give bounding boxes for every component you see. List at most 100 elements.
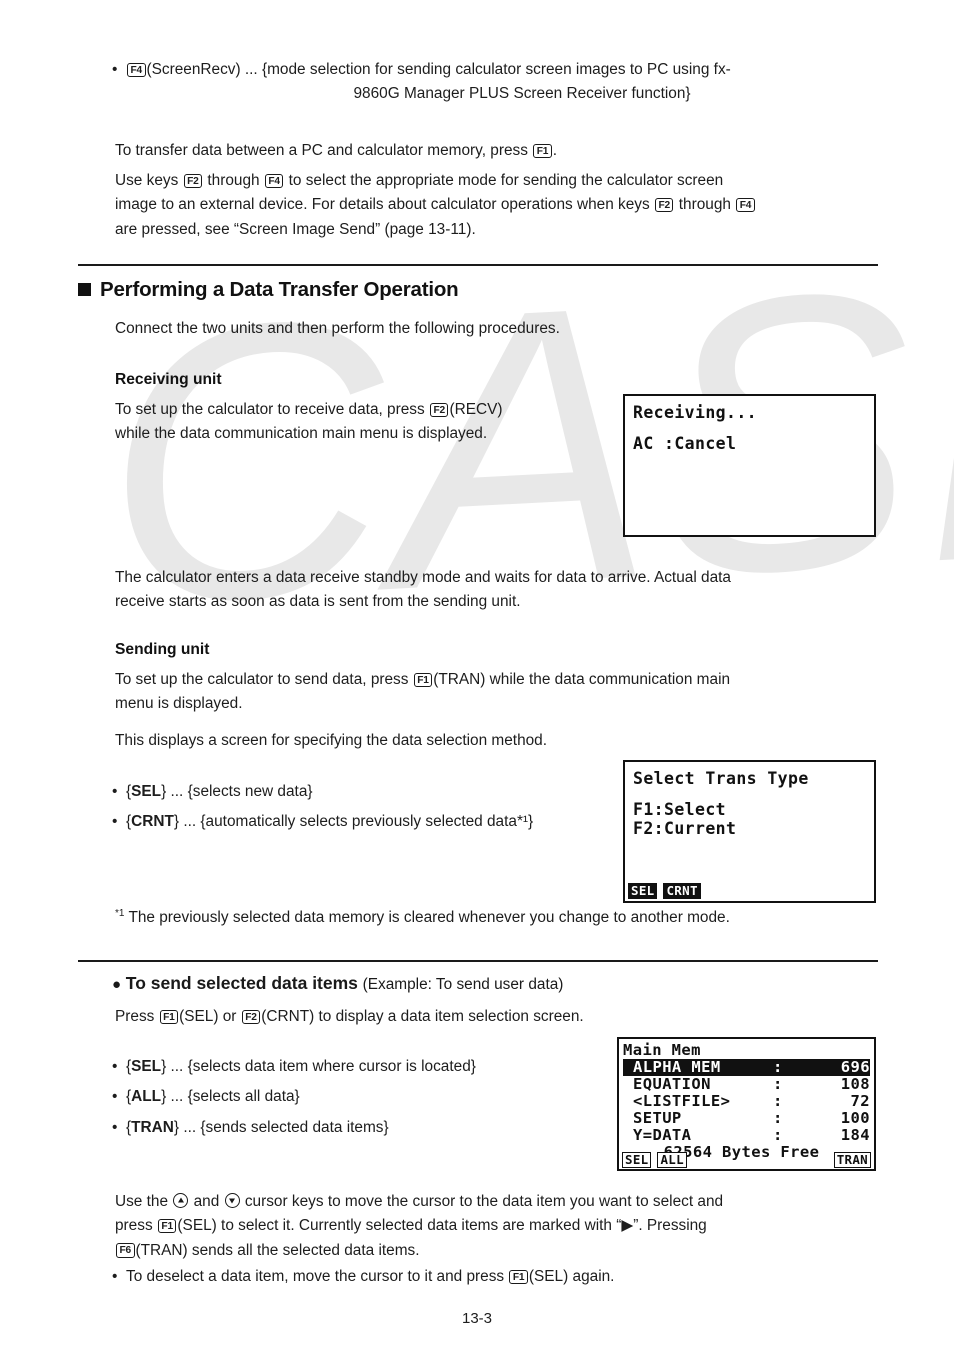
- divider-above-section: [78, 264, 878, 266]
- para-use-keys-a: Use keys: [115, 172, 179, 189]
- para-transfer-data-a: To transfer data between a PC and calcul…: [115, 142, 528, 159]
- bullet-label: SEL: [131, 1058, 162, 1075]
- bullet-label: ALL: [131, 1088, 162, 1106]
- bullet-desc: ... {selects all data}: [170, 1088, 300, 1106]
- table-row[interactable]: Y=DATA : 184: [623, 1127, 870, 1144]
- f1-key-icon: F1: [533, 143, 552, 158]
- document-page: F4(ScreenRecv) ... {mode selection for s…: [0, 0, 954, 1350]
- press-b: (SEL) or: [179, 1008, 237, 1025]
- bullet-screenrecv: F4(ScreenRecv) ... {mode selection for s…: [112, 58, 892, 107]
- bullet-label: SEL: [131, 783, 162, 800]
- fkey-soft-tran[interactable]: TRAN: [833, 1151, 871, 1168]
- page-title: Performing a Data Transfer Operation: [78, 278, 459, 302]
- subheading-sending-unit: Sending unit: [115, 641, 210, 658]
- fkey-soft-crnt[interactable]: CRNT: [663, 882, 701, 899]
- lcd-receiving-line2: AC :Cancel: [633, 434, 737, 453]
- deselect-b: (SEL) again.: [528, 1268, 615, 1285]
- closing-d: press: [115, 1217, 153, 1235]
- para-sending-setup: To set up the calculator to send data, p…: [115, 668, 897, 717]
- row-size: 100: [840, 1109, 870, 1127]
- lcd-trans-title: Select Trans Type: [633, 769, 809, 788]
- row-name: SETUP: [633, 1109, 682, 1127]
- closing-c: cursor keys to move the cursor to the da…: [244, 1193, 724, 1210]
- para-use-keys-c: to select the appropriate mode for sendi…: [288, 172, 724, 189]
- list-item: {SEL} ... {selects new data}: [112, 780, 612, 805]
- f6-key-icon: F6: [116, 1243, 135, 1258]
- closing-f: (TRAN) sends all the selected data items…: [135, 1241, 420, 1259]
- closing-e: (SEL) to select it. Currently selected d…: [177, 1217, 707, 1235]
- bullet-list-send-items: {SEL} ... {selects data item where curso…: [112, 1055, 612, 1140]
- bullet-screenrecv-line2: 9860G Manager PLUS Screen Receiver funct…: [353, 85, 691, 103]
- f1-key-icon: F1: [159, 1009, 179, 1024]
- table-row[interactable]: SETUP : 100: [623, 1110, 870, 1127]
- send-items-heading-note: (Example: To send user data): [362, 976, 564, 993]
- row-size: 696: [840, 1058, 870, 1076]
- para-cursor-keys: Use the and cursor keys to move the curs…: [115, 1190, 897, 1263]
- row-separator: :: [773, 1126, 783, 1144]
- para-standby-mode: The calculator enters a data receive sta…: [115, 566, 897, 615]
- subheading-receiving-unit: Receiving unit: [115, 371, 222, 388]
- row-size: 72: [850, 1092, 870, 1110]
- para-use-keys: Use keys F2 through F4 to select the app…: [115, 169, 897, 242]
- bullet-desc: ... {selects data item where cursor is l…: [170, 1058, 476, 1075]
- row-name: <LISTFILE>: [633, 1092, 731, 1110]
- f4-key-icon: F4: [264, 173, 284, 188]
- para-sending-line2: menu is displayed.: [115, 695, 243, 713]
- para-standby-a: The calculator enters a data receive sta…: [115, 569, 731, 586]
- footnote-text: The previously selected data memory is c…: [128, 909, 730, 926]
- fkey-soft-all[interactable]: ALL: [657, 1151, 687, 1168]
- bullet-label: CRNT: [131, 813, 174, 831]
- footnote-1: *1 The previously selected data memory i…: [115, 906, 897, 930]
- list-item: {SEL} ... {selects data item where curso…: [112, 1055, 612, 1080]
- para-use-keys-e: through: [678, 196, 731, 214]
- deselect-a: To deselect a data item, move the cursor…: [126, 1268, 505, 1285]
- lcd-main-mem-rows: ALPHA MEM : 696 EQUATION : 108 <LISTFILE…: [623, 1059, 874, 1144]
- bullet-screenrecv-line1: (ScreenRecv) ... {mode selection for sen…: [146, 61, 731, 78]
- fkey-soft-sel[interactable]: SEL: [622, 1151, 652, 1168]
- row-name: EQUATION: [633, 1075, 711, 1093]
- f2-key-icon: F2: [654, 197, 674, 213]
- bullet-deselect: To deselect a data item, move the cursor…: [112, 1265, 894, 1290]
- table-row[interactable]: EQUATION : 108: [623, 1076, 870, 1093]
- f1-key-icon: F1: [509, 1269, 528, 1284]
- row-separator: :: [773, 1092, 783, 1110]
- list-item: {CRNT} ... {automatically selects previo…: [112, 810, 612, 835]
- divider-above-send-items: [78, 960, 878, 962]
- f2-key-icon: F2: [429, 402, 449, 417]
- fkey-soft-sel[interactable]: SEL: [628, 882, 658, 899]
- f2-key-icon: F2: [183, 173, 203, 188]
- para-standby-b: receive starts as soon as data is sent f…: [115, 593, 521, 611]
- lcd-trans-line2: F2:Current: [633, 819, 737, 838]
- cursor-up-key-icon: [173, 1193, 189, 1208]
- section-heading-text: Performing a Data Transfer Operation: [100, 278, 459, 301]
- lcd-function-key-bar: SEL CRNT: [628, 882, 871, 899]
- lcd-screen-main-mem: Main Mem ALPHA MEM : 696 EQUATION : 108 …: [617, 1037, 876, 1171]
- f4-key-icon: F4: [736, 197, 755, 213]
- table-row[interactable]: ALPHA MEM : 696: [623, 1059, 870, 1076]
- f2-key-icon: F2: [241, 1009, 261, 1024]
- para-sending-line3: This displays a screen for specifying th…: [115, 732, 548, 749]
- list-item: {TRAN} ... {sends selected data items}: [112, 1116, 612, 1141]
- para-receiving-a: To set up the calculator to receive data…: [115, 401, 425, 418]
- f4-key-icon: F4: [127, 62, 146, 77]
- para-use-keys-d: image to an external device. For details…: [115, 196, 650, 214]
- round-bullet-icon: ●: [112, 976, 122, 993]
- para-transfer-data: To transfer data between a PC and calcul…: [115, 139, 895, 163]
- send-items-heading: To send selected data items: [125, 973, 358, 993]
- para-receiving-b: (RECV): [449, 401, 503, 418]
- lcd-trans-line1: F1:Select: [633, 800, 727, 819]
- lcd-screen-trans-type: Select Trans Type F1:Select F2:Current S…: [623, 760, 876, 903]
- para-receiving-setup: To set up the calculator to receive data…: [115, 398, 605, 447]
- cursor-down-key-icon: [224, 1193, 240, 1208]
- para-sending-a: To set up the calculator to send data, p…: [115, 671, 409, 688]
- bullet-desc: ... {selects new data}: [170, 783, 313, 800]
- bullet-label: TRAN: [131, 1118, 174, 1136]
- list-item: {ALL} ... {selects all data}: [112, 1085, 612, 1110]
- press-a: Press: [115, 1008, 155, 1025]
- row-size: 184: [840, 1126, 870, 1144]
- lcd-screen-receiving: Receiving... AC :Cancel: [623, 394, 876, 537]
- closing-b: and: [193, 1193, 220, 1210]
- para-receiving-line2: while the data communication main menu i…: [115, 425, 488, 443]
- bullet-list-trans-type: {SEL} ... {selects new data} {CRNT} ... …: [112, 780, 612, 835]
- table-row[interactable]: <LISTFILE> : 72: [623, 1093, 870, 1110]
